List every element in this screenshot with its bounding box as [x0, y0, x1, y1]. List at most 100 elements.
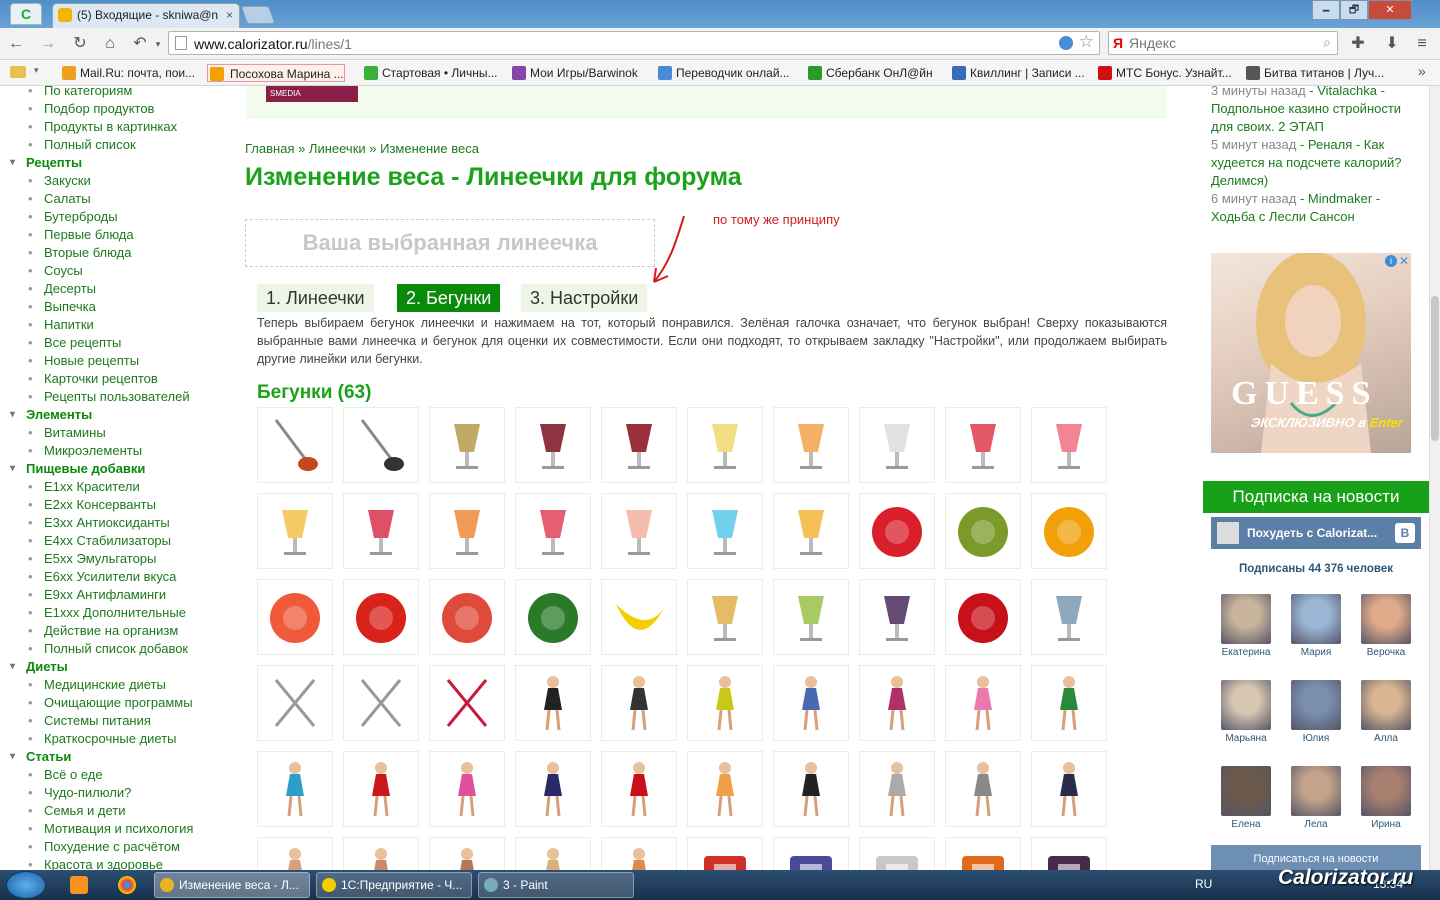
vk-group-name[interactable]: Похудеть с Calorizat...: [1247, 526, 1377, 540]
vk-friend[interactable]: Елена: [1216, 766, 1276, 830]
friend-name[interactable]: Елена: [1216, 819, 1276, 830]
sidebar-link[interactable]: Микроэлементы: [28, 442, 142, 460]
home-icon[interactable]: ⌂: [100, 34, 120, 54]
runner-yoga[interactable]: [1031, 751, 1107, 827]
tab-runners[interactable]: 2. Бегунки: [397, 284, 501, 312]
sidebar-link[interactable]: Краткосрочные диеты: [28, 730, 176, 748]
bookmarks-folder-icon[interactable]: [10, 66, 26, 78]
avatar[interactable]: [1361, 766, 1411, 816]
vk-friend[interactable]: Ирина: [1356, 766, 1416, 830]
history-dropdown-icon[interactable]: ▾: [148, 34, 168, 54]
runner-girl-5[interactable]: [859, 665, 935, 741]
sidebar-link[interactable]: Напитки: [28, 316, 94, 334]
forward-icon[interactable]: →: [38, 34, 58, 54]
avatar[interactable]: [1291, 680, 1341, 730]
vk-friend[interactable]: Екатерина: [1216, 594, 1276, 658]
bookmark-item[interactable]: Переводчик онлай...: [656, 64, 790, 82]
sidebar-link[interactable]: Семья и дети: [28, 802, 126, 820]
sidebar-link[interactable]: E5xx Эмульгаторы: [28, 550, 156, 568]
feed-item[interactable]: 6 минут назад - Mindmaker - Ходьба с Лес…: [1211, 190, 1411, 226]
yandex-search[interactable]: Я ⌕: [1108, 31, 1338, 55]
runner-elliptical[interactable]: [859, 751, 935, 827]
breadcrumb[interactable]: Главная » Линеечки » Изменение веса: [245, 141, 479, 156]
sidebar-link[interactable]: Витамины: [28, 424, 106, 442]
banner-logo[interactable]: SMEDIA: [266, 86, 358, 102]
url-text[interactable]: www.calorizator.ru/lines/1: [194, 36, 352, 52]
sidebar-link[interactable]: Похудение с расчётом: [28, 838, 180, 856]
download-icon[interactable]: ⬇: [1382, 34, 1402, 54]
sidebar-link[interactable]: Всё о еде: [28, 766, 103, 784]
sidebar-link[interactable]: Подбор продуктов: [28, 100, 155, 118]
start-button[interactable]: [6, 871, 46, 899]
avatar[interactable]: [1291, 594, 1341, 644]
sidebar-link[interactable]: Бутерброды: [28, 208, 117, 226]
runner-dancer-3[interactable]: [429, 837, 505, 870]
vk-widget-header[interactable]: Похудеть с Calorizat... B: [1211, 517, 1421, 549]
sidebar-link[interactable]: Чудо-пилюли?: [28, 784, 131, 802]
odnoklassniki-icon[interactable]: [70, 876, 88, 894]
runner-dark-grapes[interactable]: [859, 579, 935, 655]
undo-icon[interactable]: ↶: [130, 34, 150, 54]
ad-close-icon[interactable]: ✕: [1399, 254, 1409, 268]
sidebar-link[interactable]: E1xx Красители: [28, 478, 140, 496]
maximize-button[interactable]: 🗗: [1340, 0, 1368, 20]
runner-frozen-cocktail[interactable]: [1031, 407, 1107, 483]
friend-name[interactable]: Юлия: [1286, 733, 1346, 744]
bookmark-item[interactable]: Мои Игры/Barwinok: [510, 64, 638, 82]
runner-girl-11[interactable]: [515, 751, 591, 827]
friend-name[interactable]: Марьяна: [1216, 733, 1276, 744]
vk-friend[interactable]: Верочка: [1356, 594, 1416, 658]
feed-item[interactable]: 3 минуты назад - Vitalachka - Подпольное…: [1211, 86, 1411, 136]
language-indicator[interactable]: RU: [1195, 877, 1212, 891]
page-scrollbar[interactable]: [1429, 86, 1440, 870]
friend-name[interactable]: Мария: [1286, 647, 1346, 658]
search-input[interactable]: [1129, 35, 1309, 51]
sidebar-category[interactable]: Статьи: [10, 748, 71, 766]
runner-green-grapes[interactable]: [773, 579, 849, 655]
bookmarks-overflow[interactable]: »: [1418, 63, 1426, 79]
bookmark-item[interactable]: Посохова Марина ...: [207, 64, 345, 82]
vk-friend[interactable]: Мария: [1286, 594, 1346, 658]
tab-settings[interactable]: 3. Настройки: [521, 284, 648, 312]
bookmark-item[interactable]: Стартовая • Личны...: [362, 64, 498, 82]
sidebar-link[interactable]: Соусы: [28, 262, 83, 280]
vk-friend[interactable]: Марьяна: [1216, 680, 1276, 744]
extensions-icon[interactable]: ✚: [1348, 34, 1368, 54]
sidebar-link[interactable]: Мотивация и психология: [28, 820, 194, 838]
friend-name[interactable]: Верочка: [1356, 647, 1416, 658]
sidebar-category[interactable]: Рецепты: [10, 154, 82, 172]
avatar[interactable]: [1221, 680, 1271, 730]
runner-girl-10[interactable]: [429, 751, 505, 827]
sidebar-link[interactable]: E2xx Консерванты: [28, 496, 156, 514]
search-icon[interactable]: ⌕: [1323, 34, 1331, 51]
menu-icon[interactable]: ≡: [1412, 34, 1432, 54]
runner-girl-7[interactable]: [1031, 665, 1107, 741]
sidebar-link[interactable]: Салаты: [28, 190, 90, 208]
runner-grapefruit[interactable]: [257, 579, 333, 655]
runner-footprints[interactable]: [945, 837, 1021, 870]
runner-dancer-4[interactable]: [515, 837, 591, 870]
new-tab-button[interactable]: [240, 6, 276, 24]
sidebar-link[interactable]: Красота и здоровье: [28, 856, 163, 870]
reload-icon[interactable]: ↻: [70, 34, 90, 54]
runner-pink-lemonade[interactable]: [601, 493, 677, 569]
sidebar-link[interactable]: Десерты: [28, 280, 96, 298]
sidebar-link[interactable]: Закуски: [28, 172, 91, 190]
guess-ad[interactable]: GUESS ЭКСКЛЮЗИВНО в Enter i ✕: [1211, 253, 1411, 453]
sidebar-link[interactable]: Продукты в картинках: [28, 118, 177, 136]
runner-exercise-bike[interactable]: [945, 751, 1021, 827]
runner-dancer-1[interactable]: [257, 837, 333, 870]
runner-rose[interactable]: [429, 665, 505, 741]
tab-rulers[interactable]: 1. Линеечки: [257, 284, 374, 312]
sidebar-link[interactable]: E4xx Стабилизаторы: [28, 532, 171, 550]
avatar[interactable]: [1221, 766, 1271, 816]
runner-caviar-spoon-black[interactable]: [343, 407, 419, 483]
runner-girl-13[interactable]: [687, 751, 763, 827]
bookmark-item[interactable]: Битва титанов | Луч...: [1244, 64, 1384, 82]
runner-caviar-spoon-red[interactable]: [257, 407, 333, 483]
sidebar-link[interactable]: E6xx Усилители вкуса: [28, 568, 176, 586]
runner-girl-1[interactable]: [515, 665, 591, 741]
runner-footprints-dark[interactable]: [1031, 837, 1107, 870]
runner-fork-spoon[interactable]: [343, 665, 419, 741]
avatar[interactable]: [1361, 680, 1411, 730]
